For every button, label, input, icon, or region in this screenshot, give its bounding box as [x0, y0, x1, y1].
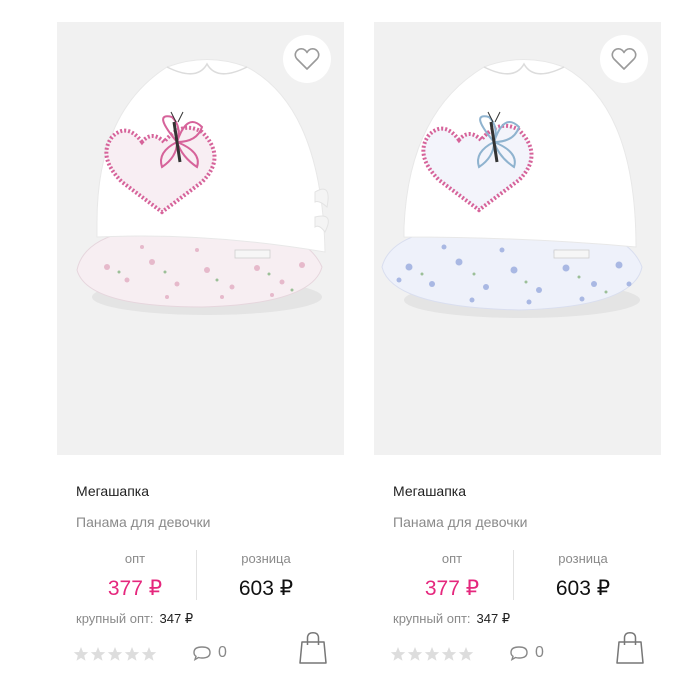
bulk-price-value: 347 ₽	[476, 611, 511, 626]
price-block: опт 377 ₽ розница 603 ₽	[393, 550, 643, 610]
rating-stars[interactable]	[73, 646, 157, 662]
bulk-price: крупный опт: 347 ₽	[393, 611, 510, 627]
star-icon[interactable]	[407, 646, 423, 662]
product-image[interactable]	[374, 22, 661, 455]
star-icon[interactable]	[141, 646, 157, 662]
retail-price-label: розница	[241, 551, 291, 566]
bulk-price-value: 347 ₽	[159, 611, 194, 626]
star-icon[interactable]	[424, 646, 440, 662]
comments-link[interactable]: 0	[509, 644, 544, 662]
product-title[interactable]: Панама для девочки	[76, 514, 210, 530]
comment-icon	[193, 646, 211, 661]
product-brand[interactable]: Мегашапка	[393, 483, 466, 499]
product-brand[interactable]: Мегашапка	[76, 483, 149, 499]
hat-photo	[381, 59, 643, 318]
price-divider	[196, 550, 197, 600]
product-title[interactable]: Панама для девочки	[393, 514, 527, 530]
bulk-price-label: крупный опт:	[76, 611, 154, 626]
retail-price-value: 603 ₽	[238, 577, 294, 600]
star-icon[interactable]	[90, 646, 106, 662]
product-image[interactable]	[57, 22, 344, 455]
product-card[interactable]: Мегашапка Панама для девочки опт 377 ₽ р…	[374, 22, 661, 685]
favorite-button[interactable]	[283, 35, 331, 83]
retail-price: розница 603 ₽	[206, 550, 326, 601]
comment-icon	[510, 646, 528, 661]
price-divider	[513, 550, 514, 600]
star-icon[interactable]	[124, 646, 140, 662]
wholesale-price: опт 377 ₽	[393, 550, 511, 601]
bulk-price-label: крупный опт:	[393, 611, 471, 626]
price-block: опт 377 ₽ розница 603 ₽	[76, 550, 326, 610]
wholesale-price-label: опт	[124, 551, 146, 566]
star-icon[interactable]	[441, 646, 457, 662]
comments-count: 0	[218, 644, 227, 661]
star-icon[interactable]	[458, 646, 474, 662]
hat-photo	[76, 59, 329, 315]
retail-price: розница 603 ₽	[523, 550, 643, 601]
retail-price-value: 603 ₽	[555, 577, 611, 600]
retail-price-label: розница	[558, 551, 608, 566]
star-icon[interactable]	[107, 646, 123, 662]
shopping-bag-icon[interactable]	[299, 631, 327, 665]
favorite-button[interactable]	[600, 35, 648, 83]
wholesale-price-label: опт	[441, 551, 463, 566]
wholesale-price-value: 377 ₽	[424, 577, 480, 600]
product-card[interactable]: Мегашапка Панама для девочки опт 377 ₽ р…	[57, 22, 344, 685]
wholesale-price: опт 377 ₽	[76, 550, 194, 601]
comments-count: 0	[535, 644, 544, 661]
comments-link[interactable]: 0	[192, 644, 227, 662]
shopping-bag-icon[interactable]	[616, 631, 644, 665]
star-icon[interactable]	[390, 646, 406, 662]
wholesale-price-value: 377 ₽	[107, 577, 163, 600]
heart-icon	[611, 48, 637, 70]
rating-stars[interactable]	[390, 646, 474, 662]
heart-icon	[294, 48, 320, 70]
product-grid: Мегашапка Панама для девочки опт 377 ₽ р…	[0, 0, 682, 685]
star-icon[interactable]	[73, 646, 89, 662]
bulk-price: крупный опт: 347 ₽	[76, 611, 193, 627]
